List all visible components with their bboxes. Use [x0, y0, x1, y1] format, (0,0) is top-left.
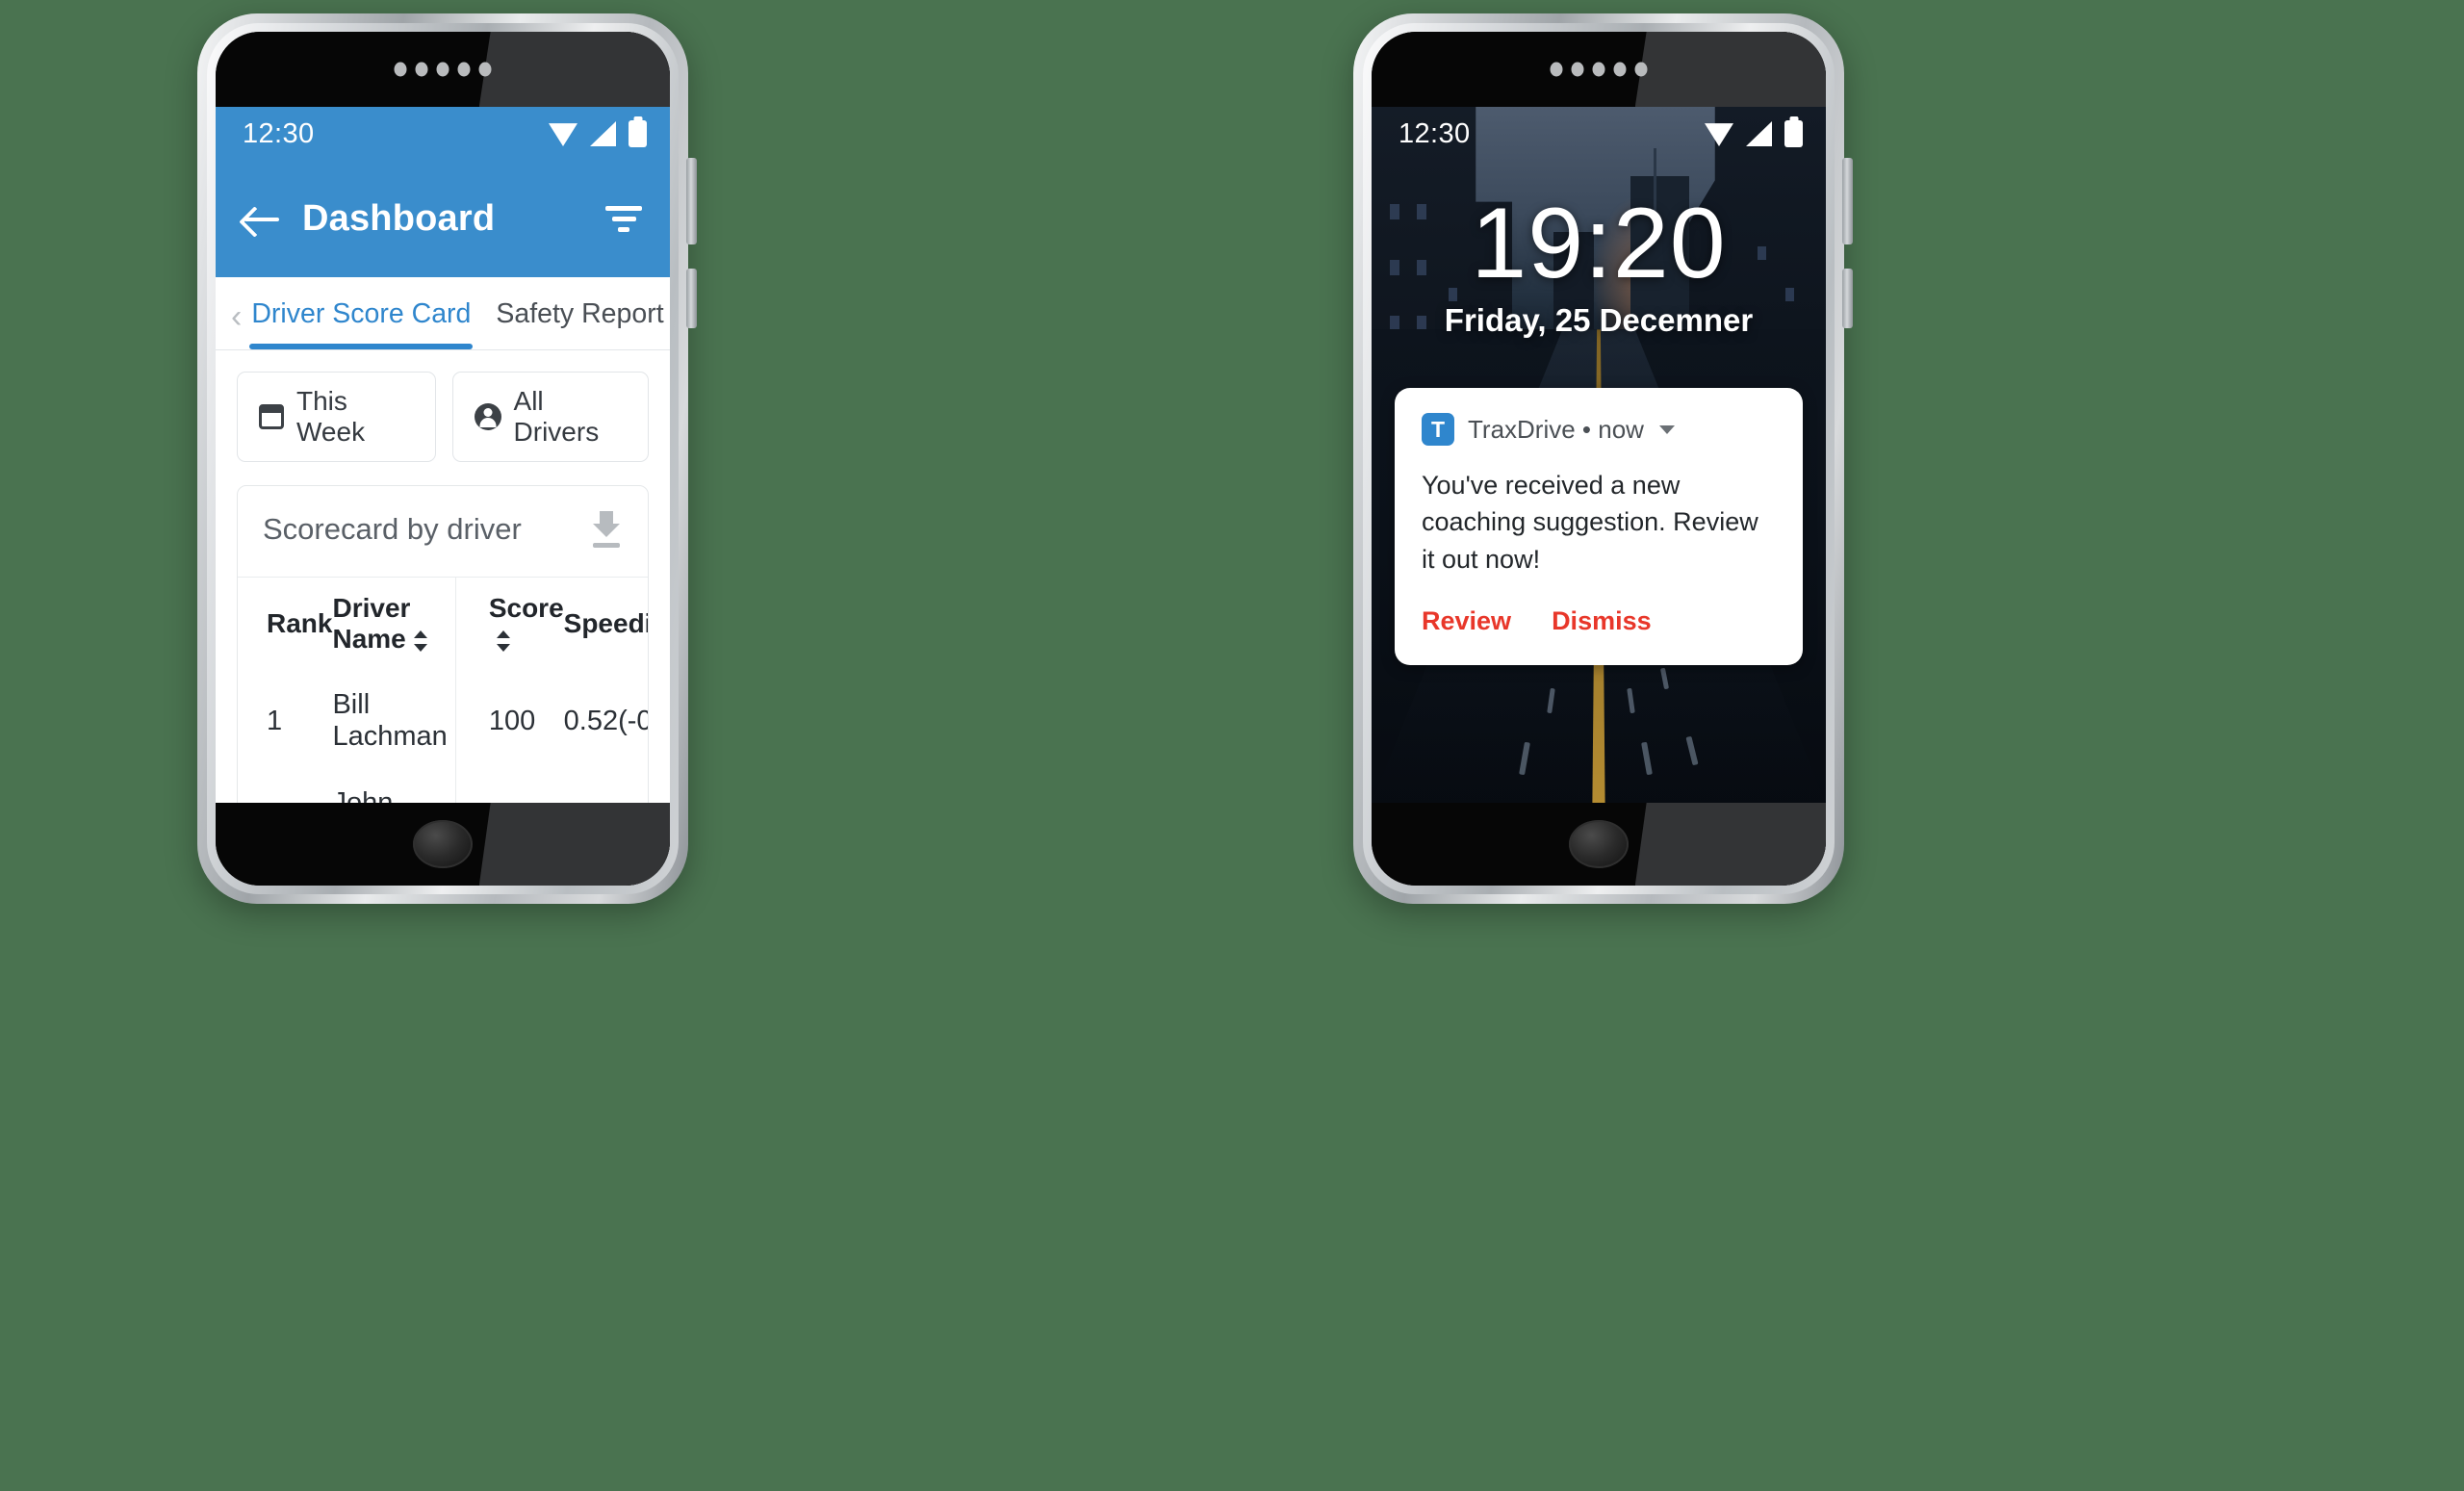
scorecard-table: Rank Driver Name Score Speed 1 Bill Lach…: [238, 577, 648, 803]
filter-chip-row: This Week All Drivers: [216, 350, 670, 485]
table-header-row: Rank Driver Name Score Speed: [238, 577, 648, 672]
sort-caret-icon[interactable]: [413, 630, 429, 652]
table-row[interactable]: 1 Bill Lachman1000.52(-0.2): [238, 672, 648, 770]
cell-score: 100: [454, 672, 564, 770]
battery-icon: [1784, 120, 1803, 147]
phone-left-top-bezel: [216, 32, 670, 107]
sensor-dots: [1550, 62, 1648, 77]
notification-source: TraxDrive • now: [1468, 414, 1644, 444]
signal-icon: [590, 121, 616, 146]
bezel-shade: [1634, 32, 1826, 107]
page-title: Dashboard: [302, 198, 496, 239]
phone-right-body: 12:30 19:20 Friday, 25 Decemner T TraxDr…: [1353, 13, 1853, 904]
volume-button[interactable]: [1842, 158, 1853, 244]
notification-message: You've received a new coaching suggestio…: [1422, 471, 1758, 574]
scorecard-table-head: Rank Driver Name Score Speed: [238, 577, 648, 672]
phone-right-top-bezel: [1372, 32, 1826, 107]
lock-screen: 12:30 19:20 Friday, 25 Decemner T TraxDr…: [1372, 107, 1826, 803]
tabs-prev-chevron-icon[interactable]: ‹: [223, 295, 249, 339]
wifi-icon: [549, 123, 578, 146]
phone-left-body: 12:30 Dashboard ‹ Driver Score Card Safe…: [197, 13, 697, 904]
chevron-down-icon[interactable]: [1658, 424, 1675, 434]
home-button[interactable]: [413, 820, 473, 868]
download-icon[interactable]: [590, 511, 623, 548]
column-header-score-label: Score: [488, 593, 564, 623]
status-bar-icons: [1705, 120, 1803, 147]
chip-all-drivers-label: All Drivers: [513, 386, 600, 447]
bezel-shade: [1634, 803, 1826, 886]
tab-bar: ‹ Driver Score Card Safety Report Utiliz…: [216, 277, 670, 349]
cell-rank: 2: [238, 770, 332, 803]
scorecard-card: Scorecard by driver Rank Driver Name Sco…: [237, 485, 649, 803]
tab-driver-score-card[interactable]: Driver Score Card: [249, 295, 474, 349]
phone-right-screen-wrap: 12:30 19:20 Friday, 25 Decemner T TraxDr…: [1372, 32, 1826, 886]
column-header-speeding-label: Speeding: [563, 608, 648, 638]
back-arrow-icon[interactable]: [243, 203, 281, 236]
column-header-driver-name-label: Driver Name: [332, 593, 411, 654]
scorecard-title: Scorecard by driver: [263, 512, 522, 546]
status-bar-time: 12:30: [1399, 117, 1471, 149]
lock-screen-content: 12:30 19:20 Friday, 25 Decemner T TraxDr…: [1372, 107, 1826, 803]
bezel-shade: [478, 32, 670, 107]
cell-speeding: 0.52(-0.2): [564, 770, 648, 803]
lock-screen-date: Friday, 25 Decemner: [1444, 302, 1754, 339]
speeding-value-group: 0.52(-0.2): [563, 705, 648, 737]
volume-button[interactable]: [686, 158, 697, 244]
screenshot-stage: 12:30 Dashboard ‹ Driver Score Card Safe…: [0, 0, 2464, 1491]
chip-all-drivers[interactable]: All Drivers: [451, 372, 649, 462]
wifi-icon: [1705, 123, 1733, 146]
dashboard-screen: 12:30 Dashboard ‹ Driver Score Card Safe…: [216, 107, 670, 803]
status-bar-right: 12:30: [1372, 107, 1826, 161]
notification-actions: Review Dismiss: [1422, 606, 1776, 636]
filter-icon[interactable]: [603, 198, 645, 241]
bezel-shade: [478, 803, 670, 886]
column-header-rank[interactable]: Rank: [238, 577, 333, 672]
app-bar: Dashboard: [216, 161, 670, 277]
phone-left-bottom-bezel: [216, 803, 670, 886]
calendar-icon: [259, 404, 284, 429]
power-button[interactable]: [1842, 269, 1853, 328]
phone-right-bottom-bezel: [1372, 803, 1826, 886]
status-bar-left: 12:30: [216, 107, 670, 161]
sensor-dots: [394, 62, 492, 77]
review-button[interactable]: Review: [1422, 606, 1511, 636]
lock-screen-clock-block: 19:20 Friday, 25 Decemner: [1372, 188, 1826, 339]
signal-icon: [1746, 121, 1772, 146]
phone-left: 12:30 Dashboard ‹ Driver Score Card Safe…: [197, 13, 697, 904]
tab-safety-report[interactable]: Safety Report: [494, 295, 665, 349]
cell-speeding: 0.52(-0.2): [563, 672, 648, 770]
traxdrive-app-icon: T: [1422, 413, 1454, 446]
lock-screen-time: 19:20: [1471, 188, 1727, 299]
power-button[interactable]: [686, 269, 697, 328]
phone-right-inner: 12:30 19:20 Friday, 25 Decemner T TraxDr…: [1363, 23, 1835, 894]
notification-header: T TraxDrive • now: [1422, 413, 1776, 446]
phone-left-screen-wrap: 12:30 Dashboard ‹ Driver Score Card Safe…: [216, 32, 670, 886]
sort-caret-icon[interactable]: [496, 630, 512, 652]
status-bar-time: 12:30: [243, 117, 315, 149]
phone-left-inner: 12:30 Dashboard ‹ Driver Score Card Safe…: [207, 23, 679, 894]
phone-right: 12:30 19:20 Friday, 25 Decemner T TraxDr…: [1353, 13, 1853, 904]
dismiss-button[interactable]: Dismiss: [1552, 606, 1652, 636]
notification-card[interactable]: T TraxDrive • now You've received a new …: [1395, 388, 1803, 665]
scorecard-table-body: 1Bill Lachman1000.52(-0.2)2John Lastname…: [238, 672, 648, 803]
cell-rank: 1: [267, 705, 283, 736]
tab-list: Driver Score Card Safety Report Utilizat…: [249, 295, 670, 349]
scorecard-header: Scorecard by driver: [238, 486, 648, 577]
chip-this-week-label: This Week: [296, 386, 366, 447]
table-row[interactable]: 2John Lastname 950.52(-0.2): [238, 770, 648, 803]
column-header-score[interactable]: Score: [454, 577, 564, 672]
cell-driver-name: John Lastname: [332, 787, 394, 803]
column-header-speeding[interactable]: Speeding: [563, 577, 648, 672]
cell-driver-name: Bill Lachman: [332, 689, 448, 752]
column-header-rank-label: Rank: [267, 608, 333, 638]
person-icon: [474, 403, 501, 430]
status-bar-icons: [549, 120, 647, 147]
chip-this-week[interactable]: This Week: [237, 372, 436, 462]
home-button[interactable]: [1569, 820, 1629, 868]
speeding-value: 0.52(-0.2): [563, 705, 648, 736]
battery-icon: [629, 120, 647, 147]
cell-score: 95: [454, 770, 564, 803]
column-header-driver-name[interactable]: Driver Name: [332, 577, 456, 672]
